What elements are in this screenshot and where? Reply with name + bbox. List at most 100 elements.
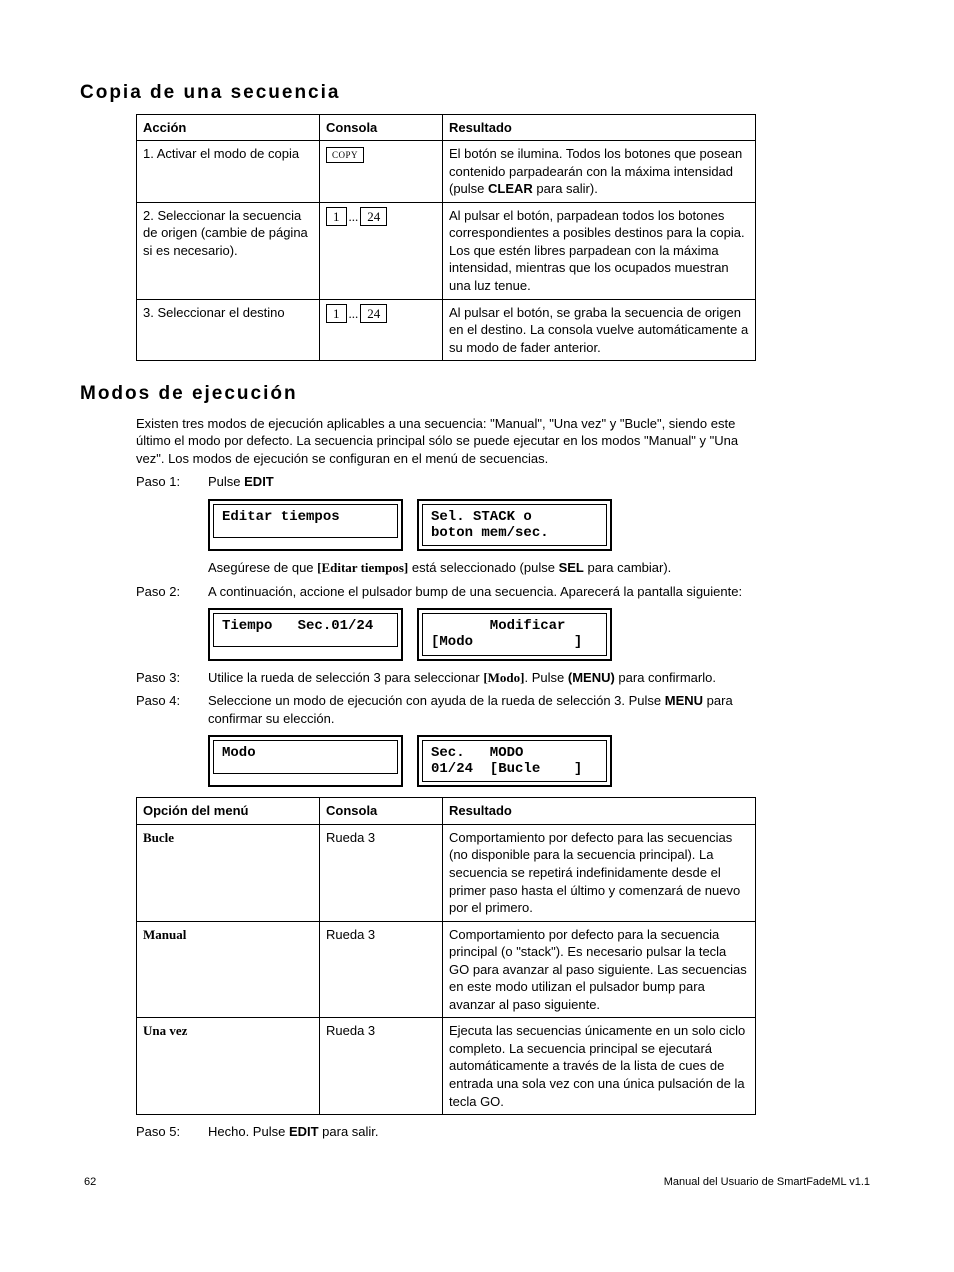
cell-resultado: Comportamiento por defecto para la secue… [443, 921, 756, 1018]
manual-title: Manual del Usuario de SmartFadeML v1.1 [664, 1175, 870, 1190]
step-label: Paso 1: [136, 473, 208, 491]
dots-icon: ... [347, 306, 361, 321]
step-body: A continuación, accione el pulsador bump… [208, 583, 756, 601]
step-5: Paso 5: Hecho. Pulse EDIT para salir. [136, 1123, 756, 1141]
th-accion: Acción [137, 114, 320, 141]
lcd-text: Modificar [Modo ] [422, 613, 607, 655]
heading-modos: Modos de ejecución [80, 381, 874, 407]
key-menu-text: MENU [665, 693, 703, 708]
cell-accion: 3. Seleccionar el destino [137, 299, 320, 361]
step-label [136, 559, 208, 577]
text: Pulse [208, 474, 244, 489]
page-number: 62 [84, 1175, 96, 1190]
cell-consola: 1...24 [320, 299, 443, 361]
num-box: 1 [326, 304, 347, 324]
cell-resultado: Al pulsar el botón, parpadean todos los … [443, 202, 756, 299]
step-label: Paso 3: [136, 669, 208, 687]
lcd-text: Modo [213, 740, 398, 774]
table-row: Manual Rueda 3 Comportamiento por defect… [137, 921, 756, 1018]
text: Seleccione un modo de ejecución con ayud… [208, 693, 665, 708]
lcd-display: Editar tiempos [208, 499, 403, 551]
lcd-display: Modo [208, 735, 403, 787]
table-row: Bucle Rueda 3 Comportamiento por defecto… [137, 824, 756, 921]
cell-resultado: Al pulsar el botón, se graba la secuenci… [443, 299, 756, 361]
text: para cambiar). [584, 560, 671, 575]
cell-resultado: Ejecuta las secuencias únicamente en un … [443, 1018, 756, 1115]
cell-opcion: Una vez [137, 1018, 320, 1115]
table-row: 2. Seleccionar la secuencia de origen (c… [137, 202, 756, 299]
lcd-display: Tiempo Sec.01/24 [208, 608, 403, 660]
step-3: Paso 3: Utilice la rueda de selección 3 … [136, 669, 756, 687]
step-1: Paso 1: Pulse EDIT [136, 473, 756, 491]
num-box: 24 [360, 304, 387, 324]
lcd-text: Editar tiempos [213, 504, 398, 538]
step-body: Asegúrese de que [Editar tiempos] está s… [208, 559, 756, 577]
lcd-display: Modificar [Modo ] [417, 608, 612, 660]
table-row: 1. Activar el modo de copia COPY El botó… [137, 141, 756, 203]
cell-opcion: Manual [137, 921, 320, 1018]
cell-accion: 2. Seleccionar la secuencia de origen (c… [137, 202, 320, 299]
key-menu-text: (MENU) [568, 670, 615, 685]
step-body: Seleccione un modo de ejecución con ayud… [208, 692, 756, 727]
text: para confirmarlo. [615, 670, 716, 685]
text: para salir). [533, 181, 598, 196]
lcd-ref: [Editar tiempos] [317, 560, 408, 575]
key-copy: COPY [326, 147, 364, 163]
cell-resultado: Comportamiento por defecto para las secu… [443, 824, 756, 921]
lcd-text: Sel. STACK o boton mem/sec. [422, 504, 607, 546]
menu-option: Manual [143, 927, 186, 942]
cell-consola: Rueda 3 [320, 921, 443, 1018]
step-2: Paso 2: A continuación, accione el pulsa… [136, 583, 756, 601]
step-body: Pulse EDIT [208, 473, 756, 491]
cell-resultado: El botón se ilumina. Todos los botones q… [443, 141, 756, 203]
th-consola: Consola [320, 114, 443, 141]
step-label: Paso 4: [136, 692, 208, 727]
lcd-row-3: Modo Sec. MODO 01/24 [Bucle ] [208, 735, 874, 787]
step-body: Utilice la rueda de selección 3 para sel… [208, 669, 756, 687]
lcd-row-1: Editar tiempos Sel. STACK o boton mem/se… [208, 499, 874, 551]
cell-consola: COPY [320, 141, 443, 203]
cell-consola: 1...24 [320, 202, 443, 299]
menu-option: Una vez [143, 1023, 187, 1038]
lcd-text: Sec. MODO 01/24 [Bucle ] [422, 740, 607, 782]
key-edit-text: EDIT [289, 1124, 319, 1139]
page-footer: 62 Manual del Usuario de SmartFadeML v1.… [80, 1175, 874, 1190]
table-copia: Acción Consola Resultado 1. Activar el m… [136, 114, 756, 362]
lcd-text: Tiempo Sec.01/24 [213, 613, 398, 647]
cell-consola: Rueda 3 [320, 824, 443, 921]
text: Hecho. Pulse [208, 1124, 289, 1139]
key-edit-text: EDIT [244, 474, 274, 489]
text: Utilice la rueda de selección 3 para sel… [208, 670, 483, 685]
table-row: Una vez Rueda 3 Ejecuta las secuencias ú… [137, 1018, 756, 1115]
th-resultado: Resultado [443, 798, 756, 825]
num-box: 1 [326, 207, 347, 227]
heading-copia: Copia de una secuencia [80, 80, 874, 106]
step-4: Paso 4: Seleccione un modo de ejecución … [136, 692, 756, 727]
cell-consola: Rueda 3 [320, 1018, 443, 1115]
text: está seleccionado (pulse [408, 560, 558, 575]
step-label: Paso 2: [136, 583, 208, 601]
cell-opcion: Bucle [137, 824, 320, 921]
text: para salir. [319, 1124, 379, 1139]
table-row: 3. Seleccionar el destino 1...24 Al puls… [137, 299, 756, 361]
step-1-note: Asegúrese de que [Editar tiempos] está s… [136, 559, 756, 577]
lcd-ref: [Modo] [483, 670, 524, 685]
step-label: Paso 5: [136, 1123, 208, 1141]
table-modos: Opción del menú Consola Resultado Bucle … [136, 797, 756, 1115]
intro-paragraph: Existen tres modos de ejecución aplicabl… [136, 415, 756, 468]
lcd-display: Sel. STACK o boton mem/sec. [417, 499, 612, 551]
lcd-display: Sec. MODO 01/24 [Bucle ] [417, 735, 612, 787]
key-sel-text: SEL [559, 560, 584, 575]
dots-icon: ... [347, 209, 361, 224]
text: Asegúrese de que [208, 560, 317, 575]
lcd-row-2: Tiempo Sec.01/24 Modificar [Modo ] [208, 608, 874, 660]
th-consola: Consola [320, 798, 443, 825]
th-opcion: Opción del menú [137, 798, 320, 825]
text: . Pulse [525, 670, 568, 685]
key-clear-text: CLEAR [488, 181, 533, 196]
cell-accion: 1. Activar el modo de copia [137, 141, 320, 203]
menu-option: Bucle [143, 830, 174, 845]
th-resultado: Resultado [443, 114, 756, 141]
step-body: Hecho. Pulse EDIT para salir. [208, 1123, 756, 1141]
num-box: 24 [360, 207, 387, 227]
